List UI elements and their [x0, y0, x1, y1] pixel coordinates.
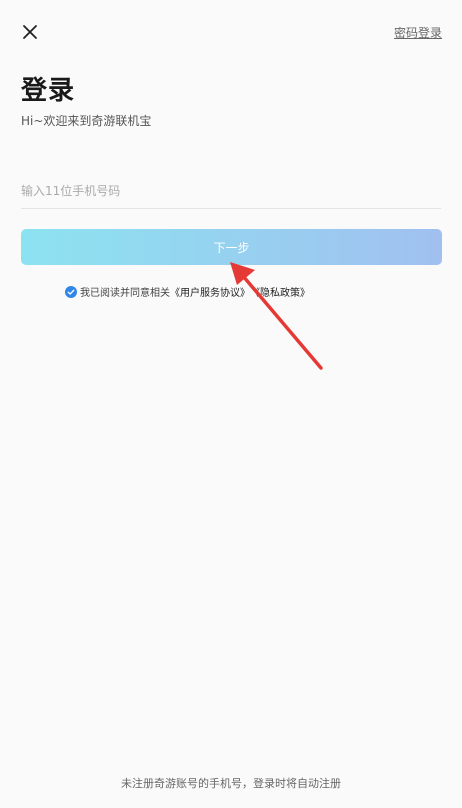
agreement-row: 我已阅读并同意相关 《用户服务协议》 《隐私政策》: [65, 284, 310, 299]
next-step-button[interactable]: 下一步: [21, 229, 442, 265]
welcome-subtitle: Hi~欢迎来到奇游联机宝: [21, 114, 152, 128]
close-button[interactable]: [18, 20, 42, 44]
close-icon: [23, 25, 37, 39]
agreement-prefix-text: 我已阅读并同意相关: [80, 288, 170, 299]
phone-number-input[interactable]: [21, 174, 441, 209]
checkmark-icon: [65, 285, 77, 298]
auto-register-note: 未注册奇游账号的手机号，登录时将自动注册: [121, 777, 341, 790]
privacy-policy-link[interactable]: 《隐私政策》: [250, 284, 310, 299]
agreement-checkbox[interactable]: [65, 285, 77, 298]
password-login-link[interactable]: 密码登录: [394, 24, 442, 41]
user-agreement-link[interactable]: 《用户服务协议》: [170, 284, 250, 299]
page-title: 登录: [21, 76, 76, 106]
